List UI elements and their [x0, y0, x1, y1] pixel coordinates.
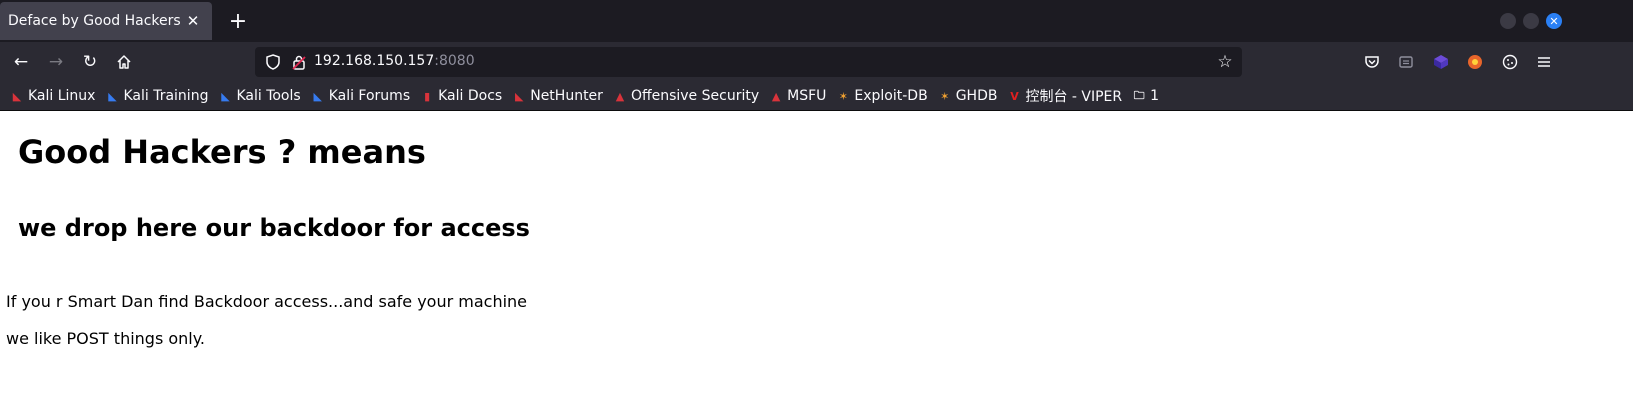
address-bar[interactable]: 192.168.150.157:8080 ☆ [255, 47, 1242, 77]
msfu-icon: ▲ [771, 89, 781, 103]
url-text: 192.168.150.157:8080 [314, 53, 475, 69]
tab-title: Deface by Good Hackers [8, 13, 181, 29]
reload-icon[interactable]: ↻ [78, 50, 102, 74]
ghdb-icon: ✶ [940, 89, 950, 103]
bookmark-label: Kali Docs [438, 88, 503, 104]
bookmark-label: GHDB [955, 88, 998, 104]
minimize-button[interactable] [1500, 13, 1516, 29]
page-heading: Good Hackers ? means [18, 133, 426, 171]
active-tab[interactable]: Deface by Good Hackers ✕ [0, 2, 212, 40]
page-subheading: we drop here our backdoor for access [18, 214, 530, 242]
bookmark-item[interactable]: ◣ Kali Linux [10, 88, 96, 104]
bookmark-item[interactable]: ✶ GHDB [938, 88, 998, 104]
bookmark-label: MSFU [787, 88, 827, 104]
extension-fox-icon[interactable] [1464, 51, 1486, 73]
kali-tools-icon: ◣ [221, 89, 230, 103]
extension-cube-icon[interactable] [1430, 51, 1452, 73]
bookmark-item[interactable]: ◣ Kali Training [105, 88, 208, 104]
kali-docs-icon: ▮ [424, 89, 431, 103]
bookmark-label: Kali Tools [236, 88, 301, 104]
kali-forums-icon: ◣ [313, 89, 322, 103]
bookmark-item[interactable]: ▮ Kali Docs [420, 88, 502, 104]
bookmark-item[interactable]: ◣ Kali Forums [311, 88, 410, 104]
new-tab-button[interactable]: + [226, 8, 250, 34]
window-close-button[interactable]: ✕ [1546, 13, 1562, 29]
offensive-security-icon: ▲ [615, 89, 625, 103]
bookmark-item[interactable]: ◣ Kali Tools [218, 88, 300, 104]
bookmark-item[interactable]: ▲ MSFU [769, 88, 827, 104]
bookmark-star-icon[interactable]: ☆ [1214, 51, 1236, 73]
paragraph-backdoor: If you r Smart Dan find Backdoor access.… [6, 292, 528, 311]
home-icon[interactable] [112, 50, 136, 74]
maximize-button[interactable] [1523, 13, 1539, 29]
forward-arrow-icon[interactable]: → [44, 50, 68, 74]
nethunter-icon: ◣ [514, 89, 524, 103]
exploit-db-icon: ✶ [838, 89, 848, 103]
insecure-lock-icon[interactable] [289, 52, 309, 72]
folder-icon: 🗀 [1133, 88, 1145, 102]
navigation-toolbar: ← → ↻ 192.168.150.157:8080 ☆ [0, 42, 1633, 82]
bookmark-label: Kali Forums [328, 88, 411, 104]
cookie-icon[interactable] [1499, 51, 1521, 73]
viper-icon: V [1010, 89, 1019, 103]
bookmark-label: 1 [1150, 88, 1160, 104]
bookmark-item[interactable]: ✶ Exploit-DB [836, 88, 928, 104]
bookmark-label: Offensive Security [630, 88, 760, 104]
kali-linux-icon: ◣ [12, 89, 22, 103]
tab-close-icon[interactable]: ✕ [182, 10, 204, 32]
hamburger-menu-icon[interactable] [1533, 51, 1555, 73]
reader-view-icon[interactable] [1395, 51, 1417, 73]
bookmarks-toolbar: ◣ Kali Linux ◣ Kali Training ◣ Kali Tools ◣ Kal… [0, 82, 1633, 111]
bookmark-item[interactable]: ▲ Offensive Security [613, 88, 759, 104]
bookmark-label: 控制台 - VIPER [1025, 89, 1123, 105]
back-arrow-icon[interactable]: ← [9, 50, 33, 74]
bookmark-label: Kali Training [123, 88, 209, 104]
bookmark-label: Kali Linux [28, 88, 96, 104]
bookmark-label: NetHunter [530, 88, 603, 104]
bookmark-item[interactable]: V 控制台 - VIPER [1007, 86, 1122, 106]
bookmark-item[interactable]: ◣ NetHunter [512, 88, 603, 104]
url-port: :8080 [434, 53, 475, 69]
tab-strip: Deface by Good Hackers ✕ + ✕ [0, 0, 1633, 42]
kali-training-icon: ◣ [108, 89, 117, 103]
bookmark-label: Exploit-DB [854, 88, 928, 104]
url-host: 192.168.150.157 [314, 53, 435, 69]
pocket-icon[interactable] [1361, 51, 1383, 73]
page-content: Good Hackers ? means we drop here our ba… [0, 111, 1633, 398]
bookmark-item[interactable]: 🗀 1 [1132, 88, 1159, 104]
tracking-protection-shield-icon[interactable] [263, 52, 283, 72]
paragraph-post: we like POST things only. [6, 329, 206, 348]
